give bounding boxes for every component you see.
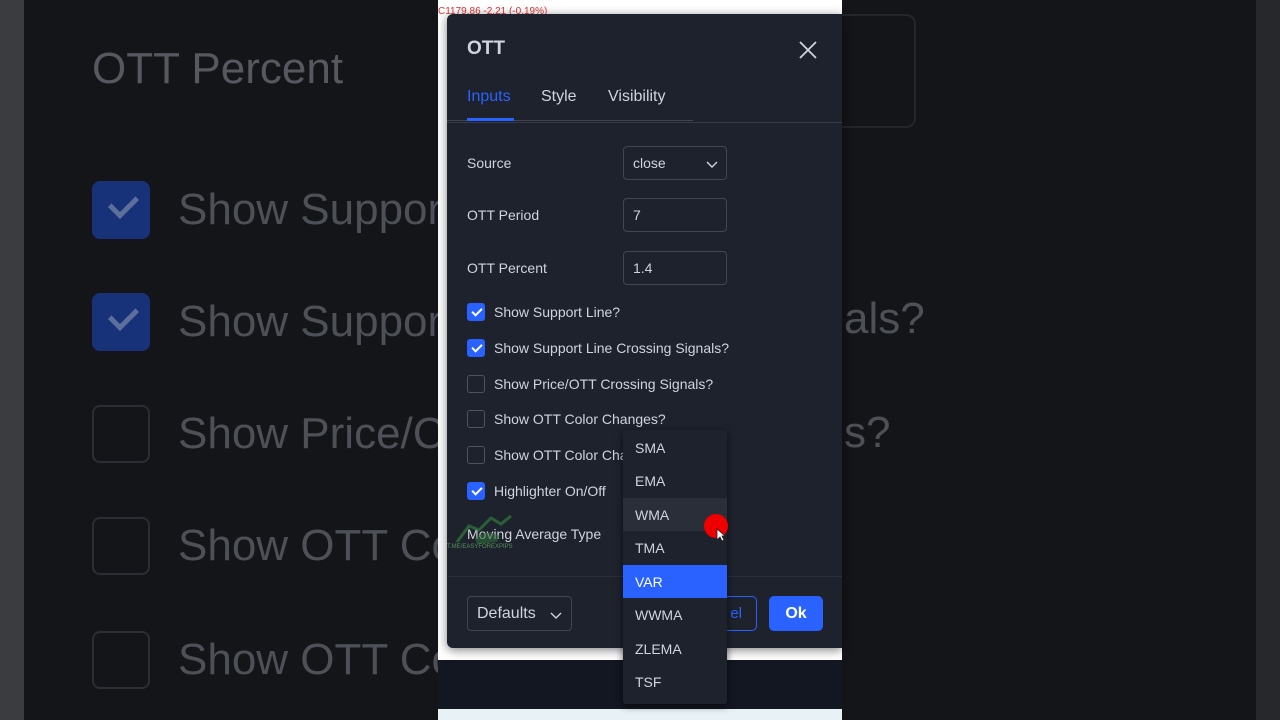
source-select[interactable]: close bbox=[623, 146, 727, 180]
ott-period-input[interactable]: 7 bbox=[623, 198, 727, 232]
checkbox-box[interactable] bbox=[467, 303, 485, 321]
defaults-label: Defaults bbox=[477, 604, 536, 622]
chart-bottom-edge bbox=[438, 709, 842, 720]
checkbox-box[interactable] bbox=[467, 446, 485, 464]
background-fragment: s? bbox=[844, 408, 891, 457]
background-fragment: als? bbox=[844, 294, 925, 343]
defaults-button[interactable]: Defaults bbox=[467, 596, 572, 631]
show-support-line-checkbox[interactable]: Show Support Line? bbox=[467, 302, 620, 322]
mouse-pointer-icon bbox=[716, 528, 726, 542]
background-edge-right bbox=[1256, 0, 1280, 720]
show-support-crossing-checkbox[interactable]: Show Support Line Crossing Signals? bbox=[467, 338, 729, 358]
tab-inputs[interactable]: Inputs bbox=[467, 88, 511, 106]
ma-option-tsf[interactable]: TSF bbox=[623, 665, 727, 698]
checkbox-box[interactable] bbox=[467, 339, 485, 357]
ott-percent-value: 1.4 bbox=[633, 260, 653, 276]
background-checkbox bbox=[92, 293, 150, 351]
ma-option-var[interactable]: VAR bbox=[623, 565, 727, 598]
checkbox-box[interactable] bbox=[467, 410, 485, 428]
background-row: Show OTT Co bbox=[92, 516, 456, 576]
background-row-text: Show Suppor bbox=[178, 297, 443, 346]
show-ott-color-changes-2-checkbox[interactable]: Show OTT Color Cha bbox=[467, 445, 628, 465]
background-checkbox bbox=[92, 517, 150, 575]
source-value: close bbox=[633, 155, 666, 171]
ma-option-wwma[interactable]: WWMA bbox=[623, 598, 727, 631]
checkbox-label: Show Support Line? bbox=[494, 304, 621, 320]
cancel-label: el bbox=[730, 605, 742, 622]
background-checkbox bbox=[92, 631, 150, 689]
background-row-text: Show OTT Co bbox=[178, 521, 456, 570]
background-left-panel bbox=[24, 0, 438, 720]
ma-option-sma[interactable]: SMA bbox=[623, 431, 727, 464]
close-icon bbox=[799, 41, 817, 59]
show-price-ott-crossing-checkbox[interactable]: Show Price/OTT Crossing Signals? bbox=[467, 374, 713, 394]
chevron-down-icon bbox=[706, 161, 718, 168]
ott-percent-input[interactable]: 1.4 bbox=[623, 251, 727, 285]
checkbox-label: Show Price/OTT Crossing Signals? bbox=[494, 376, 714, 392]
tab-style[interactable]: Style bbox=[541, 88, 577, 106]
checkbox-label: Show Support Line Crossing Signals? bbox=[494, 340, 730, 356]
chevron-down-icon bbox=[550, 612, 562, 619]
ma-option-zlema[interactable]: ZLEMA bbox=[623, 632, 727, 665]
checkbox-box[interactable] bbox=[467, 482, 485, 500]
checkbox-label: Show OTT Color Cha bbox=[494, 447, 628, 463]
background-row-text: Show Suppor bbox=[178, 185, 443, 234]
background-row: Show OTT Co bbox=[92, 630, 456, 690]
watermark-text: T.ME/EASYFOREXPIPS bbox=[447, 544, 513, 550]
background-row: Show Suppor bbox=[92, 180, 442, 240]
ott-period-value: 7 bbox=[633, 207, 641, 223]
background-row-text: Show OTT Co bbox=[178, 635, 456, 684]
active-tab-indicator bbox=[467, 118, 514, 121]
source-label: Source bbox=[467, 155, 512, 171]
ma-option-ema[interactable]: EMA bbox=[623, 464, 727, 497]
background-row: Show Price/C bbox=[92, 404, 445, 464]
dialog-title: OTT bbox=[467, 38, 505, 59]
tab-visibility[interactable]: Visibility bbox=[608, 88, 666, 106]
background-close-box bbox=[842, 14, 916, 128]
background-row-text: Show Price/C bbox=[178, 409, 445, 458]
background-checkbox bbox=[92, 181, 150, 239]
background-checkbox bbox=[92, 405, 150, 463]
ott-percent-label: OTT Percent bbox=[467, 260, 547, 276]
tab-bar: Inputs Style Visibility bbox=[447, 82, 842, 123]
ok-button[interactable]: Ok bbox=[769, 596, 823, 631]
checkbox-box[interactable] bbox=[467, 375, 485, 393]
highlighter-checkbox[interactable]: Highlighter On/Off bbox=[467, 481, 606, 501]
show-ott-color-changes-checkbox[interactable]: Show OTT Color Changes? bbox=[467, 409, 666, 429]
close-button[interactable] bbox=[796, 38, 820, 62]
checkbox-label: Show OTT Color Changes? bbox=[494, 411, 666, 427]
ott-period-label: OTT Period bbox=[467, 207, 540, 223]
background-row: Show Suppor bbox=[92, 292, 442, 352]
background-edge-left bbox=[0, 0, 24, 720]
ma-type-dropdown: SMA EMA WMA TMA VAR WWMA ZLEMA TSF bbox=[623, 430, 727, 704]
ok-label: Ok bbox=[785, 604, 807, 622]
background-title: OTT Percent bbox=[92, 44, 344, 93]
checkbox-label: Highlighter On/Off bbox=[494, 483, 606, 499]
